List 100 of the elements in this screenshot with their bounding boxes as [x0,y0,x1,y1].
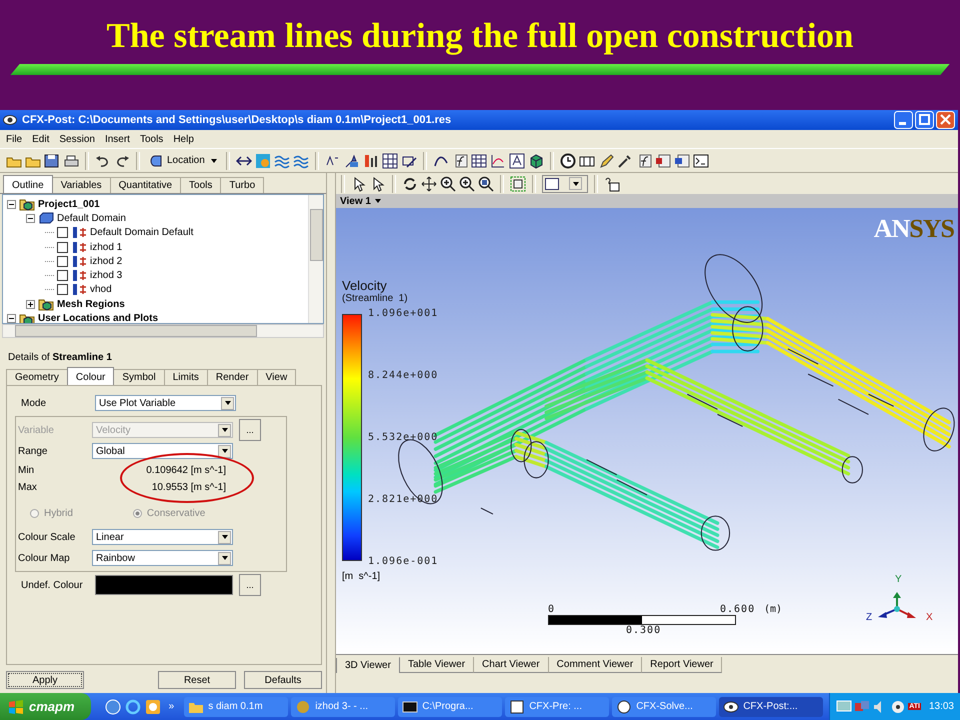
tree-item[interactable]: Mesh Regions [57,298,125,310]
printer-icon[interactable] [63,152,79,168]
menu-item[interactable]: File [6,134,22,144]
dropdown[interactable]: Use Plot Variable [95,395,236,411]
tab[interactable]: Colour [66,367,114,385]
tab[interactable]: Comment Viewer [548,657,642,673]
tree-item[interactable]: Default Domain Default [90,227,194,238]
location-dropdown-button[interactable]: Location [146,152,220,168]
minimize-icon[interactable] [894,111,913,129]
tab[interactable]: View [256,369,296,385]
collapse-icon[interactable] [26,214,35,223]
collapse-icon[interactable] [7,200,16,209]
tab[interactable]: 3D Viewer [336,658,400,673]
field-label: Mode [21,398,48,408]
tree-item[interactable]: izhod 1 [90,242,122,253]
app-icon [402,698,418,714]
dropdown[interactable]: Rainbow [92,550,233,566]
horizontal-scrollbar[interactable] [2,324,324,338]
legend-title: Velocity [342,278,388,293]
zoom-in-icon[interactable] [440,176,456,192]
fit-view-icon[interactable] [510,176,526,192]
taskbar-button[interactable]: izhod 3- - ... [291,696,396,716]
pencil-icon[interactable] [598,152,614,168]
taskbar-button[interactable]: CFX-Post:... [719,696,824,716]
taskbar-button[interactable]: CFX-Solve... [612,696,716,716]
cube-icon[interactable] [528,152,544,168]
pan-icon[interactable] [421,176,437,192]
vertical-scrollbar[interactable] [308,195,323,323]
zoom-in-icon[interactable] [459,176,475,192]
view-selector[interactable]: View 1 [340,196,371,206]
taskbar-button[interactable]: s diam 0.1m [184,696,288,716]
collapse-icon[interactable] [7,314,16,323]
checkbox[interactable] [57,242,68,253]
colour-swatch[interactable] [95,575,233,595]
tree-item[interactable]: User Locations and Plots [38,313,158,323]
start-button[interactable]: старт [0,693,91,720]
field-label: Variable [18,424,55,436]
caret-icon[interactable] [374,199,381,203]
menu-item[interactable]: Insert [104,134,130,144]
text-box-icon[interactable] [508,152,525,168]
tree-item[interactable]: Default Domain [57,212,126,224]
checkbox[interactable] [57,270,68,282]
more-button[interactable]: » [168,701,174,712]
monitor-icon[interactable] [836,698,852,714]
dropper-icon[interactable] [616,152,633,168]
expand-icon[interactable] [26,300,35,309]
menu-item[interactable]: Tools [140,134,164,144]
checkbox[interactable] [57,256,68,267]
rotate-icon[interactable] [402,176,418,192]
tab[interactable]: Table Viewer [398,657,474,673]
tab[interactable]: Report Viewer [641,657,722,673]
legend-bars-icon[interactable] [362,152,379,168]
checkbox[interactable] [57,227,68,238]
tab[interactable]: Symbol [113,369,165,385]
clock-icon[interactable] [560,152,576,168]
zoom-box-icon[interactable] [478,176,494,192]
tab[interactable]: Outline [3,175,53,193]
vector-icon[interactable] [344,152,360,168]
chart-icon[interactable] [490,152,506,168]
dropdown[interactable]: Global [92,443,233,459]
grid-icon[interactable] [382,152,398,168]
terminal-icon[interactable] [692,152,709,168]
maximize-icon[interactable] [915,111,934,129]
windows-flag-icon [8,700,24,714]
tab[interactable]: Turbo [220,177,264,193]
tree-item[interactable]: izhod 2 [90,256,122,267]
push-button[interactable]: Defaults [244,671,322,689]
close-icon[interactable] [936,111,955,129]
checkbox[interactable] [57,284,68,296]
layout-dropdown[interactable] [542,174,588,192]
document-icon[interactable] [654,152,671,168]
globe-icon[interactable] [104,698,121,714]
browser-icon[interactable] [124,698,141,714]
menu-item[interactable]: Help [173,134,194,144]
taskbar-button[interactable]: C:\Progra... [398,696,502,716]
boundary-icon [71,283,87,296]
wave-lines-icon[interactable] [292,152,309,168]
eye-icon [3,114,17,126]
dropdown[interactable]: Linear [92,529,233,545]
tree-item[interactable]: vhod [90,284,112,296]
tree-item[interactable]: Project1_001 [38,198,100,210]
document-icon[interactable] [674,152,690,168]
tab[interactable]: Geometry [6,369,68,385]
push-button[interactable]: Reset [158,671,236,689]
save-icon[interactable] [44,152,60,168]
push-button[interactable]: Apply [6,671,84,689]
table-icon[interactable] [470,152,487,168]
menu-item[interactable]: Session [59,134,95,144]
value-text: 0.109642 [m s^-1] [145,464,226,476]
gear-icon[interactable] [890,698,906,714]
app-icon [616,698,632,714]
browse-button[interactable]: ... [239,574,261,596]
menu-item[interactable]: Edit [32,134,50,144]
tab[interactable]: Chart Viewer [473,657,549,673]
taskbar-button[interactable]: CFX-Pre: ... [505,696,610,716]
help-icon[interactable] [604,176,620,192]
tab[interactable]: Quantitative [110,177,182,193]
tree-item[interactable]: izhod 3 [90,270,122,282]
wave-lines-icon[interactable] [274,152,290,168]
field-label: Max [18,482,38,492]
